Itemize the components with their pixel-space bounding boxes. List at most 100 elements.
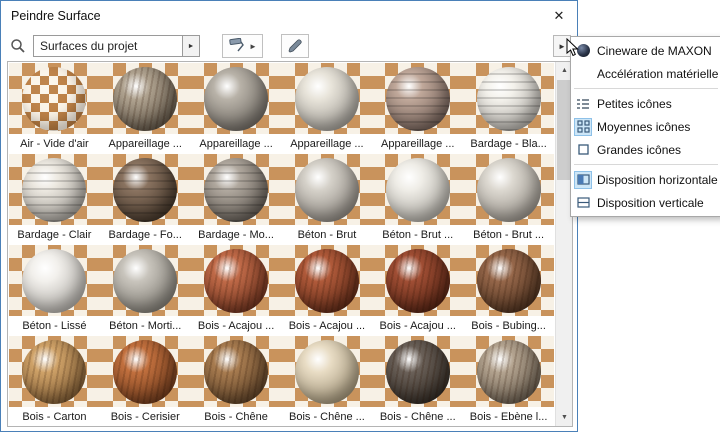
close-button[interactable]: ✕	[541, 1, 577, 30]
surface-thumbnail	[99, 63, 191, 134]
surface-tile[interactable]: Bardage - Clair	[9, 154, 100, 245]
surface-tile[interactable]: Béton - Brut	[281, 154, 373, 245]
surface-thumbnail	[281, 154, 373, 225]
surface-thumbnail	[190, 63, 282, 134]
surface-thumbnail	[9, 154, 100, 225]
menu-item-medium-icons[interactable]: Moyennes icônes	[571, 115, 720, 138]
surface-thumbnail	[190, 336, 282, 407]
surface-tile[interactable]: Appareillage ...	[281, 63, 373, 154]
surface-name: Bardage - Fo...	[99, 225, 191, 245]
surface-tile[interactable]: Béton - Lissé	[9, 245, 100, 336]
surface-thumbnail	[99, 245, 191, 316]
material-sphere-preview	[113, 66, 178, 131]
scroll-down-button[interactable]: ▼	[556, 409, 573, 426]
material-sphere-preview	[204, 157, 269, 222]
mouse-cursor	[566, 38, 579, 57]
surface-tile[interactable]: Béton - Brut ...	[463, 154, 554, 245]
surface-thumbnail	[372, 245, 464, 316]
surface-tile[interactable]: Bois - Cerisier	[99, 336, 191, 426]
surface-source-combo: ►	[33, 35, 200, 57]
surface-name: Bois - Bubing...	[463, 316, 554, 336]
surface-name: Bardage - Mo...	[190, 225, 282, 245]
small-icons-icon	[574, 95, 592, 113]
paint-roller-button[interactable]: ►	[222, 34, 263, 58]
surface-thumbnail	[463, 154, 554, 225]
surface-name: Bois - Cerisier	[99, 407, 191, 426]
menu-item-label: Disposition verticale	[597, 195, 704, 210]
surface-name: Air - Vide d'air	[9, 134, 100, 154]
surface-name: Bois - Chêne ...	[372, 407, 464, 426]
menu-item-vertical-layout[interactable]: Disposition verticale	[571, 191, 720, 214]
menu-item-cineware[interactable]: Cineware de MAXON	[571, 39, 720, 62]
surface-tile[interactable]: Bois - Chêne ...	[372, 336, 464, 426]
paint-surface-dialog: Peindre Surface ✕ ► ►	[0, 0, 578, 432]
surface-tile[interactable]: Béton - Brut ...	[372, 154, 464, 245]
surface-tile[interactable]: Bardage - Mo...	[190, 154, 282, 245]
material-sphere-preview	[476, 248, 541, 313]
material-sphere-preview	[385, 248, 450, 313]
menu-item-hardware-acceleration[interactable]: Accélération matérielle	[571, 62, 720, 85]
surface-tile[interactable]: Bardage - Bla...	[463, 63, 554, 154]
material-sphere-preview	[113, 339, 178, 404]
material-sphere-preview	[22, 157, 87, 222]
material-sphere-preview	[385, 339, 450, 404]
surface-name: Béton - Brut ...	[463, 225, 554, 245]
material-sphere-preview	[476, 66, 541, 131]
surface-tile[interactable]: Bois - Ebène l...	[463, 336, 554, 426]
menu-item-label: Moyennes icônes	[597, 119, 691, 134]
surface-name: Bois - Ebène l...	[463, 407, 554, 426]
surface-tile[interactable]: Bois - Acajou ...	[190, 245, 282, 336]
surface-thumbnail	[9, 245, 100, 316]
toolbar: ► ► ►	[1, 31, 577, 61]
surface-name: Bois - Acajou ...	[281, 316, 373, 336]
material-sphere-preview	[204, 248, 269, 313]
surface-name: Appareillage ...	[190, 134, 282, 154]
surface-tile[interactable]: Bois - Chêne	[190, 336, 282, 426]
surface-tile[interactable]: Bois - Acajou ...	[281, 245, 373, 336]
medium-icons-icon	[574, 117, 592, 136]
surface-thumbnail	[99, 154, 191, 225]
surface-tile[interactable]: Appareillage ...	[99, 63, 191, 154]
surface-name: Bois - Chêne	[190, 407, 282, 426]
eyedropper-button[interactable]	[280, 34, 309, 58]
surface-tile[interactable]: Air - Vide d'air	[9, 63, 100, 154]
surface-tile[interactable]: Bardage - Fo...	[99, 154, 191, 245]
material-sphere-preview	[22, 66, 87, 131]
surface-tile[interactable]: Appareillage ...	[372, 63, 464, 154]
surface-tile[interactable]: Bois - Bubing...	[463, 245, 554, 336]
surface-tile[interactable]: Appareillage ...	[190, 63, 282, 154]
material-sphere-preview	[113, 157, 178, 222]
surface-thumbnail	[281, 336, 373, 407]
window-title: Peindre Surface	[11, 9, 101, 23]
surface-name: Béton - Brut ...	[372, 225, 464, 245]
menu-item-horizontal-layout[interactable]: Disposition horizontale	[571, 168, 720, 191]
surface-name: Bois - Carton	[9, 407, 100, 426]
surface-thumbnail	[190, 245, 282, 316]
vertical-layout-icon	[574, 194, 592, 212]
combo-dropdown-button[interactable]: ►	[182, 35, 200, 57]
surface-grid: Air - Vide d'air Appareillage ... Appare…	[8, 62, 555, 426]
material-sphere-preview	[22, 339, 87, 404]
surface-name: Béton - Brut	[281, 225, 373, 245]
surface-name: Appareillage ...	[372, 134, 464, 154]
material-sphere-preview	[22, 248, 87, 313]
material-sphere-preview	[294, 157, 359, 222]
surface-tile[interactable]: Béton - Morti...	[99, 245, 191, 336]
surface-thumbnail	[372, 63, 464, 134]
menu-item-small-icons[interactable]: Petites icônes	[571, 92, 720, 115]
surface-source-input[interactable]	[33, 35, 183, 57]
titlebar[interactable]: Peindre Surface ✕	[1, 1, 577, 31]
surface-tile[interactable]: Bois - Chêne ...	[281, 336, 373, 426]
paint-roller-flyout-arrow[interactable]: ►	[249, 42, 257, 51]
view-options-menu: Cineware de MAXON Accélération matériell…	[570, 36, 720, 217]
surface-tile[interactable]: Bois - Acajou ...	[372, 245, 464, 336]
menu-item-large-icons[interactable]: Grandes icônes	[571, 138, 720, 161]
surface-panel: Air - Vide d'air Appareillage ... Appare…	[7, 61, 573, 427]
surface-thumbnail	[281, 245, 373, 316]
surface-thumbnail	[9, 336, 100, 407]
surface-tile[interactable]: Bois - Carton	[9, 336, 100, 426]
surface-name: Bois - Chêne ...	[281, 407, 373, 426]
menu-item-label: Disposition horizontale	[597, 172, 718, 187]
material-sphere-preview	[113, 248, 178, 313]
surface-thumbnail	[372, 336, 464, 407]
